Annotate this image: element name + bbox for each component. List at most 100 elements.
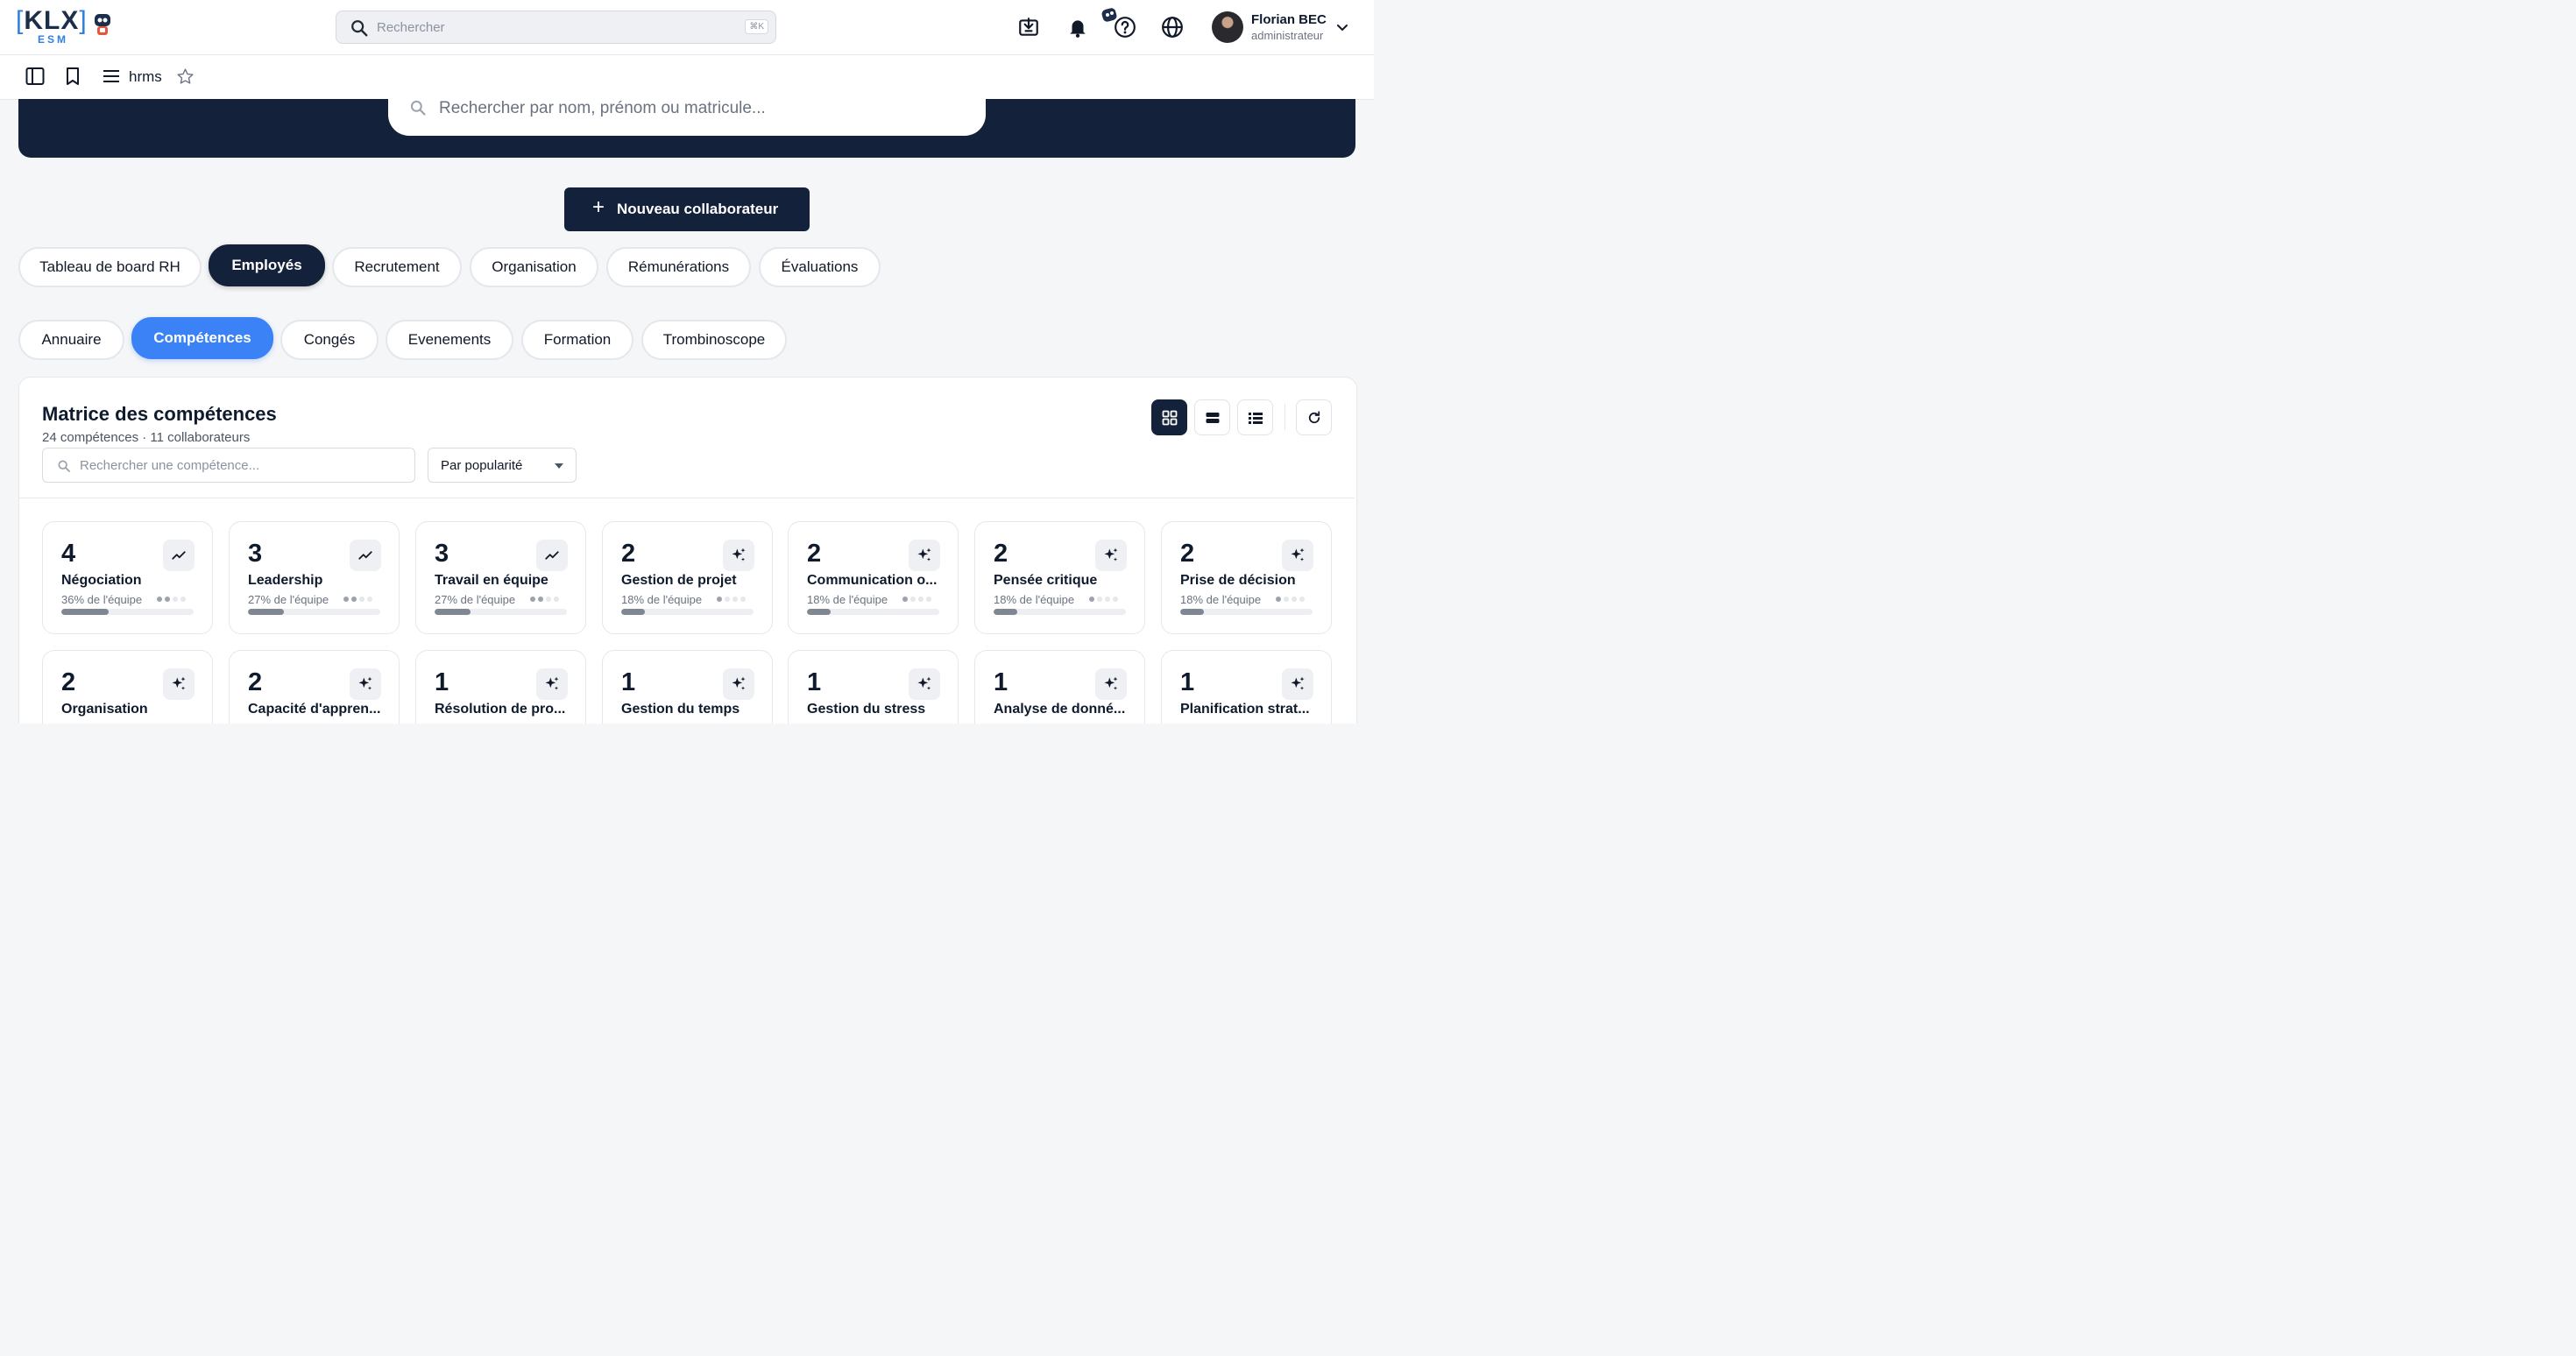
level-dot <box>902 597 908 602</box>
subtab-annuaire[interactable]: Annuaire <box>18 320 124 360</box>
skill-card[interactable]: 1 Analyse de donné... <box>974 650 1145 724</box>
skill-card[interactable]: 1 Gestion du stress <box>788 650 959 724</box>
skill-card[interactable]: 2 Prise de décision 18% de l'équipe <box>1161 521 1332 634</box>
globe-icon[interactable] <box>1161 16 1184 39</box>
list-view-button[interactable] <box>1237 399 1273 435</box>
skill-name: Pensée critique <box>994 573 1098 588</box>
skill-progress-fill <box>621 609 646 615</box>
sparkle-icon <box>1095 540 1127 571</box>
user-name[interactable]: Florian BEC <box>1251 12 1327 27</box>
level-dot <box>546 597 551 602</box>
bookmark-icon[interactable] <box>63 66 82 87</box>
tab-tableau-de-board[interactable]: Tableau de board RH <box>18 247 202 287</box>
help-icon[interactable] <box>1114 16 1136 39</box>
level-dot <box>926 597 931 602</box>
skill-name: Capacité d'appren... <box>248 702 381 717</box>
skill-card[interactable]: 1 Gestion du temps <box>602 650 773 724</box>
download-icon[interactable] <box>1017 16 1040 39</box>
level-dot <box>351 597 357 602</box>
tab-evaluations[interactable]: Évaluations <box>759 247 881 287</box>
skill-card[interactable]: 3 Leadership 27% de l'équipe <box>229 521 400 634</box>
skill-card[interactable]: 2 Pensée critique 18% de l'équipe <box>974 521 1145 634</box>
trend-icon <box>350 540 381 571</box>
skill-name: Gestion du stress <box>807 702 926 717</box>
menu-icon[interactable] <box>101 66 122 87</box>
subtab-conges[interactable]: Congés <box>280 320 379 360</box>
compact-view-button[interactable] <box>1194 399 1230 435</box>
grid-view-button[interactable] <box>1151 399 1187 435</box>
new-employee-button[interactable]: + Nouveau collaborateur <box>564 187 810 231</box>
sparkle-icon <box>163 668 195 700</box>
skill-card[interactable]: 3 Travail en équipe 27% de l'équipe <box>415 521 586 634</box>
skill-count: 1 <box>435 668 449 696</box>
new-employee-label: Nouveau collaborateur <box>617 201 779 217</box>
skill-progress-bar <box>994 609 1126 615</box>
skill-name: Organisation <box>61 702 148 717</box>
skill-search-input[interactable]: Rechercher une compétence... <box>42 448 415 483</box>
chevron-down-icon[interactable] <box>1336 21 1348 33</box>
skill-progress-fill <box>435 609 471 615</box>
tab-organisation[interactable]: Organisation <box>470 247 598 287</box>
level-dot <box>173 597 178 602</box>
skill-name: Analyse de donné... <box>994 702 1126 717</box>
sidebar-toggle-icon[interactable] <box>25 66 46 87</box>
skill-team-percent: 27% de l'équipe <box>248 593 329 606</box>
skill-card[interactable]: 1 Planification strat... <box>1161 650 1332 724</box>
skill-card[interactable]: 4 Négociation 36% de l'équipe <box>42 521 213 634</box>
skill-card[interactable]: 1 Résolution de pro... <box>415 650 586 724</box>
skill-card[interactable]: 2 Gestion de projet 18% de l'équipe <box>602 521 773 634</box>
skill-name: Résolution de pro... <box>435 702 566 717</box>
skill-team-percent: 18% de l'équipe <box>621 593 703 606</box>
skill-card[interactable]: 2 Organisation <box>42 650 213 724</box>
skill-name: Prise de décision <box>1180 573 1296 588</box>
employee-search-input[interactable]: Rechercher par nom, prénom ou matricule.… <box>388 99 986 136</box>
skill-name: Communication o... <box>807 573 938 588</box>
global-search-placeholder: Rechercher <box>377 20 445 35</box>
skill-level-dots <box>530 597 559 602</box>
skill-card[interactable]: 2 Communication o... 18% de l'équipe <box>788 521 959 634</box>
level-dot <box>530 597 535 602</box>
skill-card[interactable]: 2 Capacité d'appren... <box>229 650 400 724</box>
subtab-evenements[interactable]: Evenements <box>386 320 513 360</box>
level-dot <box>157 597 162 602</box>
bell-icon[interactable] <box>1066 16 1089 39</box>
skill-progress-fill <box>994 609 1018 615</box>
subtab-trombinoscope[interactable]: Trombinoscope <box>641 320 787 360</box>
skill-team-percent: 18% de l'équipe <box>807 593 888 606</box>
skill-count: 1 <box>1180 668 1195 696</box>
tab-remunerations[interactable]: Rémunérations <box>606 247 751 287</box>
sparkle-icon <box>909 540 940 571</box>
sparkle-icon <box>1282 540 1313 571</box>
subtab-competences[interactable]: Compétences <box>131 317 273 359</box>
app-logo[interactable]: [KLX] ESM <box>16 6 112 48</box>
compact-view-icon <box>1206 412 1219 423</box>
employee-search-placeholder: Rechercher par nom, prénom ou matricule.… <box>439 99 766 117</box>
toolbar-separator <box>1284 404 1285 430</box>
skill-name: Négociation <box>61 573 142 588</box>
global-search-input[interactable]: Rechercher ⌘K <box>336 11 776 44</box>
skill-level-dots <box>717 597 746 602</box>
refresh-icon <box>1308 410 1320 423</box>
level-dot <box>367 597 372 602</box>
module-bar: hrms <box>0 55 1374 100</box>
tab-employes[interactable]: Employés <box>209 244 325 286</box>
level-dot <box>1299 597 1305 602</box>
matrix-subtitle: 24 compétences · 11 collaborateurs <box>42 430 251 445</box>
sort-select[interactable]: Par popularité <box>428 448 577 483</box>
skill-progress-bar <box>61 609 194 615</box>
level-dot <box>1105 597 1110 602</box>
subtab-formation[interactable]: Formation <box>521 320 633 360</box>
sparkle-icon <box>909 668 940 700</box>
level-dot <box>740 597 746 602</box>
tab-recrutement[interactable]: Recrutement <box>332 247 462 287</box>
robot-mascot-icon <box>95 14 110 35</box>
user-avatar[interactable] <box>1212 11 1243 43</box>
module-name[interactable]: hrms <box>129 68 162 86</box>
level-dot <box>725 597 730 602</box>
subtab-label: Annuaire <box>41 331 102 348</box>
skill-count: 4 <box>61 540 76 568</box>
list-view-icon <box>1248 412 1263 424</box>
star-icon[interactable] <box>176 67 195 86</box>
refresh-button[interactable] <box>1296 399 1332 435</box>
skill-name: Gestion de projet <box>621 573 737 588</box>
